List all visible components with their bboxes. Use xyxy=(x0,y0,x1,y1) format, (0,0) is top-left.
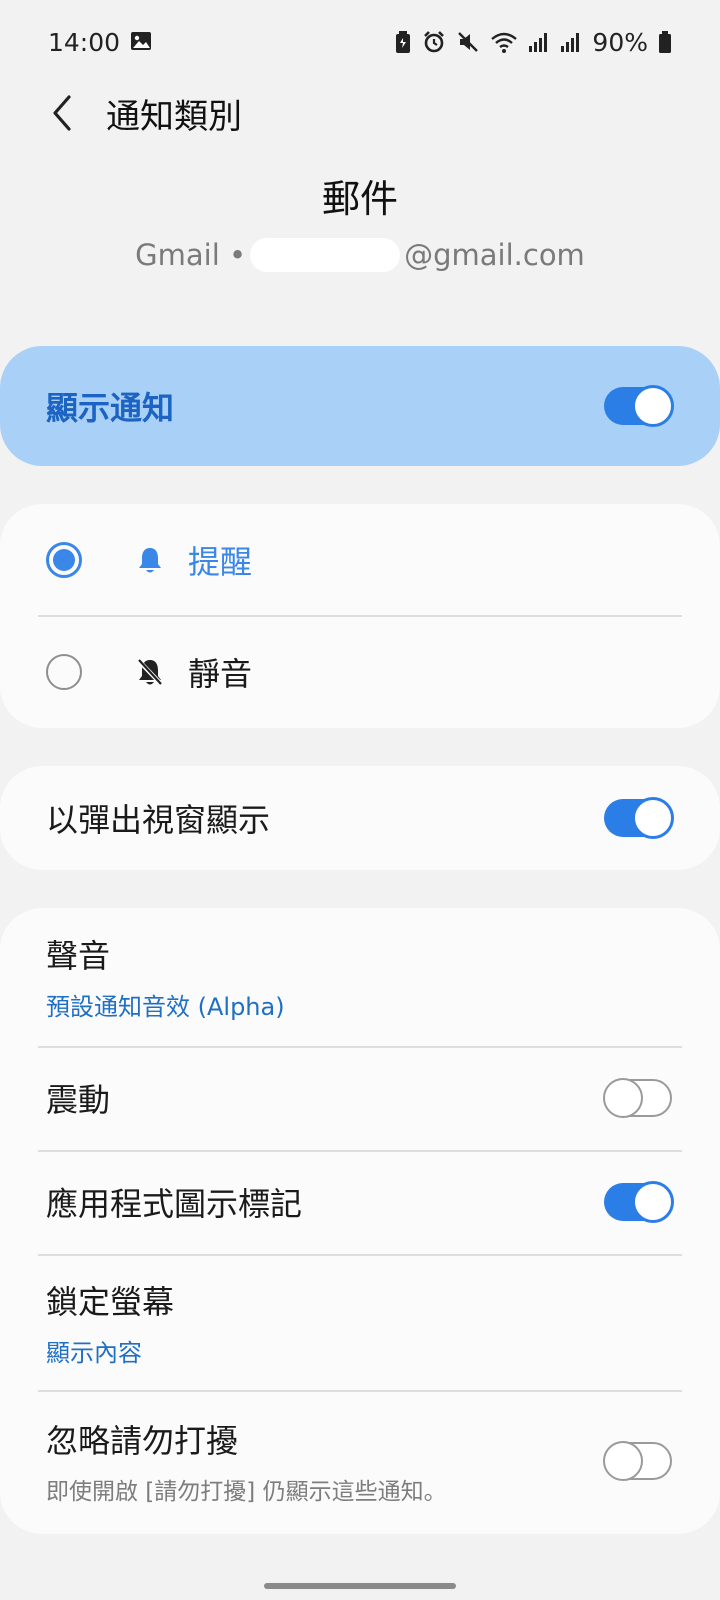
signal-icon xyxy=(528,31,550,53)
account-subtitle: Gmail • @gmail.com xyxy=(0,238,720,272)
mute-icon xyxy=(456,30,480,54)
vibration-row[interactable]: 震動 xyxy=(0,1047,720,1149)
lock-screen-label: 鎖定螢幕 xyxy=(46,1282,175,1321)
battery-percent: 90% xyxy=(592,27,648,57)
battery-saver-icon xyxy=(394,30,412,54)
vibration-label: 震動 xyxy=(46,1081,111,1119)
vibration-toggle[interactable] xyxy=(603,1078,672,1118)
notification-mode-card: 提醒 靜音 xyxy=(0,504,720,728)
lock-screen-value: 顯示內容 xyxy=(46,1338,142,1367)
mode-alert-label: 提醒 xyxy=(188,543,253,581)
mode-alert-row[interactable]: 提醒 xyxy=(0,504,720,616)
redacted-email xyxy=(250,238,401,272)
account-prefix: Gmail • xyxy=(135,238,247,272)
dnd-row[interactable]: 忽略請勿打擾 即使開啟 [請勿打擾] 仍顯示這些通知。 xyxy=(0,1391,720,1531)
sound-row[interactable]: 聲音 預設通知音效 (Alpha) xyxy=(0,908,720,1044)
back-arrow-icon[interactable] xyxy=(30,81,94,145)
badge-row[interactable]: 應用程式圖示標記 xyxy=(0,1151,720,1253)
category-title: 郵件 xyxy=(321,177,398,221)
radio-alert[interactable] xyxy=(46,542,82,578)
battery-icon xyxy=(658,30,672,54)
popup-row[interactable]: 以彈出視窗顯示 xyxy=(0,766,720,870)
show-notifications-row[interactable]: 顯示通知 xyxy=(0,346,720,466)
badge-toggle[interactable] xyxy=(604,1181,674,1223)
sound-label: 聲音 xyxy=(46,936,111,975)
app-bar: 通知類別 xyxy=(0,70,720,156)
status-time: 14:00 xyxy=(48,27,121,57)
dnd-description: 即使開啟 [請勿打擾] 仍顯示這些通知。 xyxy=(46,1479,447,1505)
dnd-toggle[interactable] xyxy=(603,1441,672,1481)
radio-silent[interactable] xyxy=(46,654,82,690)
mode-silent-label: 靜音 xyxy=(188,655,253,693)
badge-label: 應用程式圖示標記 xyxy=(46,1185,303,1223)
alarm-icon xyxy=(422,30,446,54)
page-title: 通知類別 xyxy=(106,96,242,137)
account-suffix: @gmail.com xyxy=(404,238,585,272)
bell-icon xyxy=(134,544,166,576)
popup-label: 以彈出視窗顯示 xyxy=(46,801,271,839)
wifi-icon xyxy=(490,30,518,54)
show-notifications-toggle[interactable] xyxy=(604,385,674,427)
dnd-label: 忽略請勿打擾 xyxy=(46,1422,239,1460)
sound-value: 預設通知音效 (Alpha) xyxy=(46,992,285,1021)
show-notifications-label: 顯示通知 xyxy=(46,389,175,427)
settings-card: 聲音 預設通知音效 (Alpha) 震動 應用程式圖示標記 鎖定螢幕 顯示內容 … xyxy=(0,908,720,1534)
popup-toggle[interactable] xyxy=(604,797,674,839)
image-icon xyxy=(130,28,152,57)
mode-silent-row[interactable]: 靜音 xyxy=(0,616,720,728)
signal-icon-2 xyxy=(560,31,582,53)
lock-screen-row[interactable]: 鎖定螢幕 顯示內容 xyxy=(0,1255,720,1389)
bell-off-icon xyxy=(134,656,166,688)
home-indicator[interactable] xyxy=(264,1583,456,1589)
